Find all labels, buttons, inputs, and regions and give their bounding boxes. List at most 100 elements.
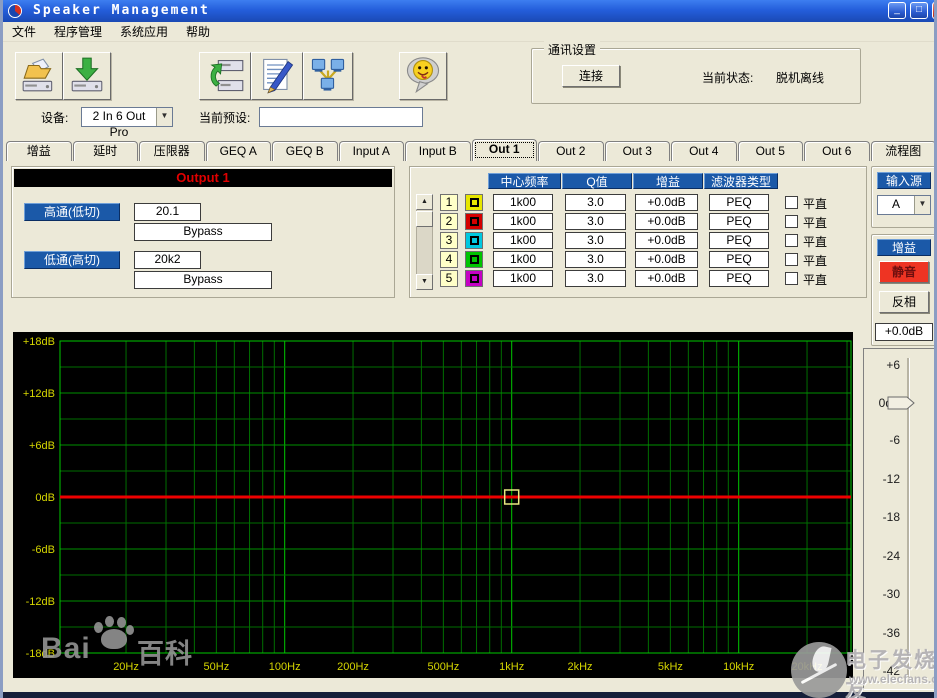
input-source-combobox[interactable]: A ▼ — [877, 195, 931, 215]
eq-scroll-up-icon[interactable]: ▲ — [416, 194, 433, 210]
tab-out-4[interactable]: Out 4 — [671, 141, 737, 161]
eq-band-color-button[interactable] — [465, 194, 483, 211]
notepad-pencil-icon — [257, 55, 297, 98]
tab-geq-b[interactable]: GEQ B — [272, 141, 338, 161]
tab-out-6[interactable]: Out 6 — [804, 141, 870, 161]
swatch-ring — [470, 217, 479, 226]
eq-q-field[interactable]: 3.0 — [565, 232, 626, 249]
status-label: 当前状态: — [702, 69, 753, 86]
eq-header-freq: 中心频率 — [488, 173, 561, 189]
graph-x-tick: 10kHz — [723, 661, 754, 673]
tab-out-2[interactable]: Out 2 — [538, 141, 604, 161]
elecfans-logo-icon — [791, 642, 847, 698]
tab-geq-a[interactable]: GEQ A — [206, 141, 272, 161]
gain-group: 增益 静音 反相 +0.0dB — [871, 234, 937, 346]
eq-q-field[interactable]: 3.0 — [565, 194, 626, 211]
graph-x-tick: 2kHz — [568, 661, 593, 673]
eq-flat-checkbox[interactable] — [785, 215, 798, 228]
lpf-button[interactable]: 低通(高切) — [24, 251, 120, 269]
save-to-device-button[interactable] — [63, 52, 111, 100]
lpf-bypass-button[interactable]: Bypass — [134, 271, 272, 289]
baidu-text-right: 百科 — [137, 632, 193, 671]
graph-x-tick: 1kHz — [499, 661, 524, 673]
eq-type-field[interactable]: PEQ — [709, 194, 769, 211]
edit-preset-button[interactable] — [251, 52, 303, 100]
tab-limiter[interactable]: 压限器 — [139, 141, 205, 161]
eq-gain-field[interactable]: +0.0dB — [635, 213, 698, 230]
chevron-down-icon[interactable]: ▼ — [914, 196, 930, 214]
comm-settings-group: 通讯设置 连接 当前状态: 脱机离线 — [531, 48, 861, 104]
eq-q-field[interactable]: 3.0 — [565, 251, 626, 268]
eq-type-field[interactable]: PEQ — [709, 232, 769, 249]
app-icon — [7, 3, 23, 19]
hpf-button[interactable]: 高通(低切) — [24, 203, 120, 221]
eq-band-color-button[interactable] — [465, 251, 483, 268]
eq-flat-checkbox[interactable] — [785, 253, 798, 266]
swatch-ring — [470, 198, 479, 207]
minimize-button[interactable]: _ — [888, 2, 906, 19]
eq-gain-field[interactable]: +0.0dB — [635, 194, 698, 211]
eq-scroll-down-icon[interactable]: ▼ — [416, 274, 433, 290]
sync-arrows-icon — [205, 55, 245, 98]
menu-system[interactable]: 系统应用 — [111, 21, 177, 42]
hpf-freq-field[interactable]: 20.1 — [134, 203, 201, 221]
eq-type-field[interactable]: PEQ — [709, 213, 769, 230]
tab-input-a[interactable]: Input A — [339, 141, 405, 161]
gain-value-field[interactable]: +0.0dB — [875, 323, 933, 341]
eq-type-field[interactable]: PEQ — [709, 251, 769, 268]
tab-flowchart[interactable]: 流程图 — [871, 141, 937, 161]
app-window: Speaker Management _ □ × 文件 程序管理 系统应用 帮助 — [0, 0, 937, 698]
chevron-down-icon[interactable]: ▼ — [156, 108, 172, 126]
hpf-bypass-button[interactable]: Bypass — [134, 223, 272, 241]
menu-program[interactable]: 程序管理 — [45, 21, 111, 42]
preset-input[interactable] — [259, 107, 423, 127]
tab-input-b[interactable]: Input B — [405, 141, 471, 161]
eq-flat-checkbox[interactable] — [785, 272, 798, 285]
fader-handle[interactable] — [887, 396, 915, 410]
eq-gain-field[interactable]: +0.0dB — [635, 270, 698, 287]
eq-band-color-button[interactable] — [465, 213, 483, 230]
sync-device-button[interactable] — [199, 52, 251, 100]
invert-phase-button[interactable]: 反相 — [879, 291, 929, 313]
eq-freq-field[interactable]: 1k00 — [493, 251, 553, 268]
tab-out-5[interactable]: Out 5 — [738, 141, 804, 161]
elecfans-watermark: 电子发烧友 www.elecfans.com — [783, 616, 937, 696]
device-combobox[interactable]: 2 In 6 Out Pro ▼ — [81, 107, 173, 127]
eq-gain-field[interactable]: +0.0dB — [635, 251, 698, 268]
eq-type-field[interactable]: PEQ — [709, 270, 769, 287]
eq-row-number: 5 — [440, 270, 458, 287]
tab-out-1[interactable]: Out 1 — [472, 139, 538, 161]
eq-flat-checkbox[interactable] — [785, 196, 798, 209]
tab-gain[interactable]: 增益 — [6, 141, 72, 161]
menu-file[interactable]: 文件 — [3, 21, 45, 42]
comm-settings-legend: 通讯设置 — [544, 41, 600, 58]
eq-flat-checkbox[interactable] — [785, 234, 798, 247]
lpf-freq-field[interactable]: 20k2 — [134, 251, 201, 269]
gain-legend: 增益 — [877, 239, 931, 256]
eq-scroll-thumb[interactable] — [416, 211, 433, 227]
baidu-paw-icon — [93, 616, 135, 650]
eq-freq-field[interactable]: 1k00 — [493, 194, 553, 211]
mute-button[interactable]: 静音 — [879, 261, 929, 283]
maximize-button[interactable]: □ — [910, 2, 928, 19]
tab-delay[interactable]: 延时 — [73, 141, 139, 161]
open-file-button[interactable] — [15, 52, 63, 100]
eq-gain-field[interactable]: +0.0dB — [635, 232, 698, 249]
eq-freq-field[interactable]: 1k00 — [493, 270, 553, 287]
eq-band-color-button[interactable] — [465, 232, 483, 249]
eq-band-color-button[interactable] — [465, 270, 483, 287]
connect-button[interactable]: 连接 — [562, 65, 620, 87]
eq-q-field[interactable]: 3.0 — [565, 213, 626, 230]
network-button[interactable] — [303, 52, 353, 100]
graph-y-tick: -6dB — [32, 544, 55, 556]
eq-freq-field[interactable]: 1k00 — [493, 232, 553, 249]
eq-row-number: 3 — [440, 232, 458, 249]
eq-freq-field[interactable]: 1k00 — [493, 213, 553, 230]
menu-help[interactable]: 帮助 — [177, 21, 219, 42]
device-label: 设备: — [41, 109, 68, 127]
about-button[interactable] — [399, 52, 447, 100]
tab-out-3[interactable]: Out 3 — [605, 141, 671, 161]
close-button[interactable]: × — [932, 2, 937, 19]
fader-tick: -12 — [868, 472, 900, 486]
eq-q-field[interactable]: 3.0 — [565, 270, 626, 287]
